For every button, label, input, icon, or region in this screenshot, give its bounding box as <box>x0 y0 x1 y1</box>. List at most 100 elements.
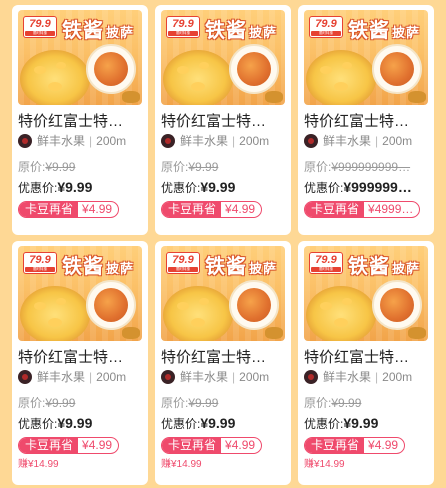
coupon-label: 卡豆再省 <box>19 438 79 453</box>
product-card[interactable]: 79.9 限时特惠 铁酱 披萨 特价红富士特… 鲜丰水果 | 200m 原价:¥9… <box>298 5 434 235</box>
original-price: 原价:¥999999999… <box>304 159 428 175</box>
shop-distance: 200m <box>382 134 413 148</box>
decor-bread <box>122 327 140 339</box>
pizza-image <box>20 50 90 105</box>
banner-headline: 铁酱 披萨 <box>348 250 420 279</box>
coupon-amount: ¥4.99 <box>225 202 256 216</box>
discount-price-value: ¥9.99 <box>200 415 236 431</box>
banner-headline: 铁酱 披萨 <box>348 14 420 43</box>
side-dish-image <box>86 280 136 330</box>
coupon-badge[interactable]: 卡豆再省 ¥4.99 <box>18 201 120 218</box>
divider: | <box>375 134 379 148</box>
original-price-label: 原价: <box>18 396 46 410</box>
product-card[interactable]: 79.9 限时特惠 铁酱 披萨 特价红富士特… 鲜丰水果 | 200m 原价: ¥9… <box>12 241 148 485</box>
shop-distance: 200m <box>239 134 270 148</box>
banner-tag-sub: 限时特惠 <box>168 267 198 272</box>
original-price-value: ¥9.99 <box>45 160 76 174</box>
discount-price: 优惠价:¥9.99 <box>161 179 285 196</box>
divider: | <box>89 134 93 148</box>
product-card[interactable]: 79.9 限时特惠 铁酱 披萨 特价红富士特… 鲜丰水果 | 200m 原价:¥9… <box>12 5 148 235</box>
side-dish-image <box>372 44 422 94</box>
discount-price-label: 优惠价: <box>304 181 344 195</box>
banner-headline-small: 披萨 <box>249 261 278 276</box>
shop-avatar-icon <box>161 370 175 384</box>
banner-price: 79.9 <box>172 254 194 266</box>
original-price-value: ¥9.99 <box>188 160 219 174</box>
pizza-image <box>163 50 233 105</box>
banner-price-tag: 79.9 限时特惠 <box>23 252 57 274</box>
banner-headline-big: 铁酱 <box>62 256 104 278</box>
coupon-amount: ¥4.99 <box>225 438 256 452</box>
coupon-badge[interactable]: 卡豆再省 ¥4.99 <box>304 437 406 454</box>
shop-name: 鲜丰水果 <box>37 370 86 384</box>
shop-avatar-icon <box>18 134 32 148</box>
pizza-image <box>163 286 233 341</box>
original-price: 原价:¥9.99 <box>161 159 285 175</box>
divider: | <box>232 370 236 384</box>
original-price-label: 原价: <box>304 160 332 174</box>
pizza-image <box>306 286 376 341</box>
coupon-label: 卡豆再省 <box>162 202 222 217</box>
original-price: 原价:¥9.99 <box>304 395 428 411</box>
discount-price-label: 优惠价: <box>18 181 58 195</box>
shop-distance: 200m <box>96 134 127 148</box>
banner-headline-big: 铁酱 <box>348 20 390 42</box>
earn-amount: 赚¥14.99 <box>18 459 59 470</box>
coupon-badge[interactable]: 卡豆再省 ¥4999… <box>304 201 421 218</box>
side-dish-image <box>229 44 279 94</box>
banner-headline-big: 铁酱 <box>205 20 247 42</box>
product-title: 特价红富士特… <box>18 113 124 130</box>
banner-headline: 铁酱 披萨 <box>205 14 277 43</box>
shop-avatar-icon <box>304 134 318 148</box>
discount-price-value: ¥999999… <box>343 179 412 195</box>
coupon-badge[interactable]: 卡豆再省 ¥4.99 <box>161 437 263 454</box>
product-title: 特价红富士特… <box>18 349 124 366</box>
product-image: 79.9 限时特惠 铁酱 披萨 <box>18 10 142 105</box>
product-title: 特价红富士特… <box>161 113 267 130</box>
product-image: 79.9 限时特惠 铁酱 披萨 <box>304 246 428 341</box>
shop-distance: 200m <box>96 370 127 384</box>
banner-price-tag: 79.9 限时特惠 <box>309 252 343 274</box>
banner-headline-small: 披萨 <box>249 25 278 40</box>
side-dish-image <box>86 44 136 94</box>
product-image: 79.9 限时特惠 铁酱 披萨 <box>304 10 428 105</box>
discount-price: 优惠价:¥9.99 <box>161 415 285 432</box>
shop-name: 鲜丰水果 <box>323 134 372 148</box>
shop-avatar-icon <box>18 370 32 384</box>
banner-headline-small: 披萨 <box>106 25 135 40</box>
coupon-label: 卡豆再省 <box>162 438 222 453</box>
discount-price-label: 优惠价: <box>161 417 201 431</box>
discount-price-value: ¥9.99 <box>200 179 236 195</box>
coupon-badge[interactable]: 卡豆再省 ¥4.99 <box>161 201 263 218</box>
banner-price: 79.9 <box>29 254 51 266</box>
shop-name: 鲜丰水果 <box>180 370 229 384</box>
decor-bread <box>408 91 426 103</box>
product-card[interactable]: 79.9 限时特惠 铁酱 披萨 特价红富士特… 鲜丰水果 | 200m 原价:¥9… <box>155 241 291 485</box>
banner-price-tag: 79.9 限时特惠 <box>309 16 343 38</box>
product-card[interactable]: 79.9 限时特惠 铁酱 披萨 特价红富士特… 鲜丰水果 | 200m 原价:¥9… <box>155 5 291 235</box>
shop-distance: 200m <box>382 370 413 384</box>
banner-tag-sub: 限时特惠 <box>311 31 341 36</box>
earn-amount: 赚¥14.99 <box>161 459 202 470</box>
shop-name: 鲜丰水果 <box>323 370 372 384</box>
discount-price: 优惠价:¥999999… <box>304 179 428 196</box>
original-price-label: 原价: <box>161 396 189 410</box>
divider: | <box>89 370 93 384</box>
shop-info: 鲜丰水果 | 200m <box>304 369 428 385</box>
original-price: 原价:¥9.99 <box>161 395 285 411</box>
discount-price-value: ¥9.99 <box>57 415 93 431</box>
banner-headline-small: 披萨 <box>106 261 135 276</box>
coupon-badge[interactable]: 卡豆再省 ¥4.99 <box>18 437 120 454</box>
discount-price-label: 优惠价: <box>161 181 201 195</box>
discount-price-label: 优惠价: <box>18 417 58 431</box>
earn-amount: 赚¥14.99 <box>304 459 345 470</box>
product-title: 特价红富士特… <box>161 349 267 366</box>
coupon-amount: ¥4999… <box>368 202 414 216</box>
shop-info: 鲜丰水果 | 200m <box>18 133 142 149</box>
discount-price: 优惠价:¥9.99 <box>18 415 142 432</box>
original-price-label: 原价: <box>161 160 189 174</box>
product-card[interactable]: 79.9 限时特惠 铁酱 披萨 特价红富士特… 鲜丰水果 | 200m 原价:¥9… <box>298 241 434 485</box>
discount-price: 优惠价:¥9.99 <box>18 179 142 196</box>
divider: | <box>375 370 379 384</box>
banner-headline: 铁酱 披萨 <box>62 14 134 43</box>
